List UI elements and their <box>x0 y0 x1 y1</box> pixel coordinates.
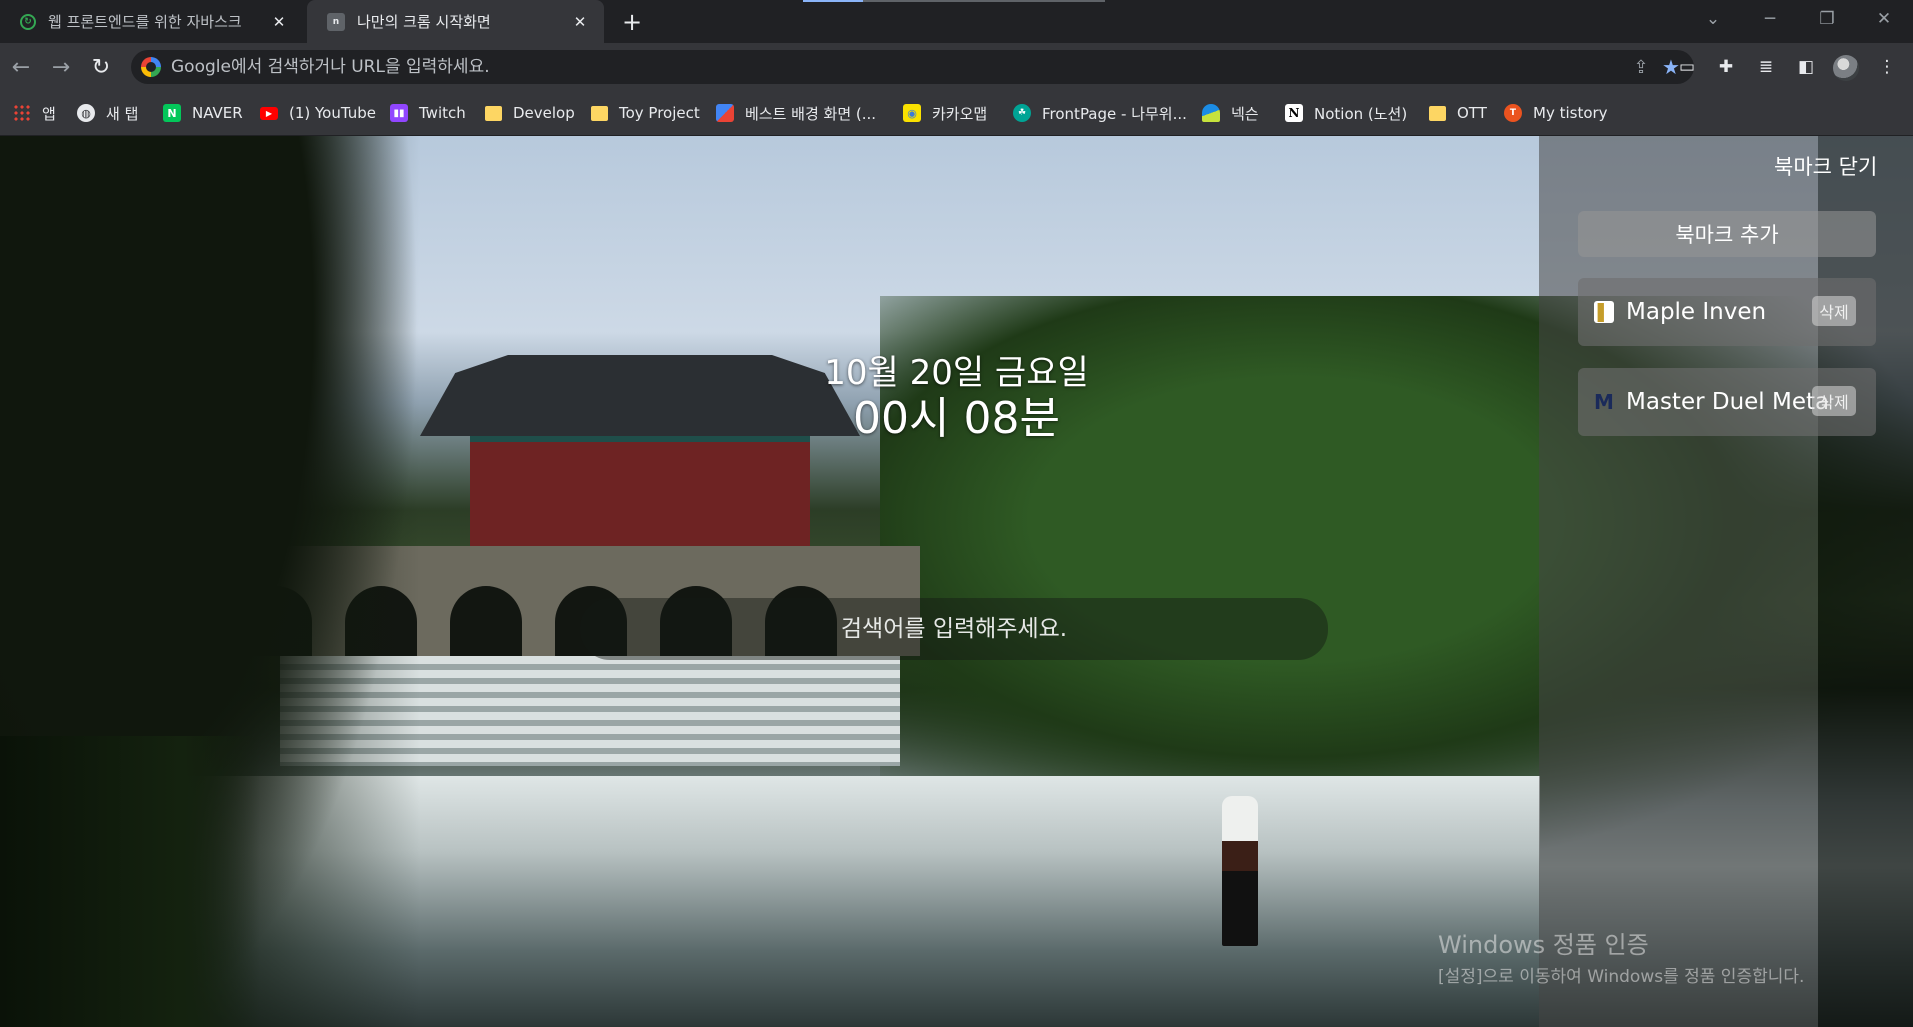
bookmark-card-maple-inven[interactable]: ▌ Maple Inven 삭제 <box>1578 278 1876 346</box>
apps-grid-icon <box>13 104 31 122</box>
bookmark-notion[interactable]: N Notion (노션) <box>1285 90 1407 136</box>
delete-bookmark-button[interactable]: 삭제 <box>1812 296 1856 326</box>
foreground-foliage <box>0 736 260 1027</box>
close-window-icon[interactable]: ✕ <box>1861 0 1907 38</box>
close-bookmarks-button[interactable]: 북마크 닫기 <box>1774 151 1877 181</box>
bookmark-label: OTT <box>1457 104 1487 122</box>
bookmark-namuwiki[interactable]: ☘ FrontPage - 나무위... <box>1013 90 1187 136</box>
bookmark-label: (1) YouTube <box>289 104 377 122</box>
bookmark-label: 넥슨 <box>1231 104 1259 123</box>
bookmark-develop[interactable]: Develop <box>485 90 575 136</box>
extensions-icon[interactable]: ✚ <box>1711 52 1741 82</box>
bookmark-card-name: Master Duel Meta <box>1626 389 1830 415</box>
folder-icon <box>1429 105 1446 121</box>
media-queue-icon[interactable]: ≣ <box>1751 52 1781 82</box>
close-icon[interactable]: ✕ <box>570 12 590 32</box>
search-box[interactable] <box>580 598 1328 660</box>
bookmark-panel <box>1539 136 1818 1027</box>
folder-icon <box>485 105 502 121</box>
bookmark-label: NAVER <box>192 104 243 122</box>
bookmark-label: Twitch <box>419 104 466 122</box>
bookmark-new-tab[interactable]: ◍ 새 탭 <box>77 90 138 136</box>
back-button[interactable]: ← <box>5 51 37 83</box>
nexon-icon <box>1202 104 1220 122</box>
green-refresh-icon: ↻ <box>20 13 36 30</box>
youtube-icon: ▶ <box>260 106 278 120</box>
bookmark-ott[interactable]: OTT <box>1429 90 1487 136</box>
tab-title: 나만의 크롬 시작화면 <box>357 13 491 31</box>
inven-icon: ▌ <box>1594 301 1614 323</box>
tistory-icon: T <box>1504 104 1522 122</box>
namuwiki-icon: ☘ <box>1013 104 1031 122</box>
tab-search-icon[interactable]: ⌄ <box>1690 0 1736 38</box>
bookmark-label: 카카오맵 <box>932 104 988 123</box>
photographer-figure <box>1222 796 1258 946</box>
google-icon <box>141 57 161 77</box>
profile-avatar[interactable] <box>1833 55 1859 81</box>
new-tab-button[interactable]: + <box>618 8 646 36</box>
tab-js-course[interactable]: ↻ 웹 프론트엔드를 위한 자바스크 ✕ <box>0 0 303 43</box>
n-page-icon: n <box>327 12 345 31</box>
bookmark-twitch[interactable]: ▮▮ Twitch <box>390 90 466 136</box>
address-bar[interactable]: ⇪ ★ <box>131 50 1694 84</box>
bookmark-label: 베스트 배경 화면 (... <box>745 104 877 123</box>
bookmark-card-name: Maple Inven <box>1626 299 1767 325</box>
bookmark-label: My tistory <box>1533 104 1608 122</box>
bookmark-youtube[interactable]: ▶ (1) YouTube <box>260 90 376 136</box>
cast-icon[interactable]: ▭ <box>1672 52 1702 82</box>
bookmark-apps[interactable]: 앱 <box>13 90 56 136</box>
m-logo-icon: M <box>1594 390 1614 414</box>
tab-title: 웹 프론트엔드를 위한 자바스크 <box>48 13 242 31</box>
bookmark-label: 앱 <box>42 104 56 123</box>
bookmark-kakaomap[interactable]: ◉ 카카오맵 <box>903 90 987 136</box>
browser-toolbar: ← → ↻ ⇪ ★ ▭ ✚ ≣ ◧ ⋮ <box>0 43 1913 90</box>
add-bookmark-button[interactable]: 북마크 추가 <box>1578 211 1876 257</box>
kakaomap-icon: ◉ <box>903 104 921 122</box>
close-icon[interactable]: ✕ <box>269 12 289 32</box>
bookmark-wallpaper[interactable]: 베스트 배경 화면 (... <box>716 90 876 136</box>
twitch-icon: ▮▮ <box>390 104 408 122</box>
bookmark-card-master-duel-meta[interactable]: M Master Duel Meta 삭제 <box>1578 368 1876 436</box>
menu-kebab-icon[interactable]: ⋮ <box>1872 52 1902 82</box>
bookmark-toy-project[interactable]: Toy Project <box>591 90 700 136</box>
naver-icon: N <box>163 104 181 122</box>
notion-icon: N <box>1285 104 1303 122</box>
bookmark-naver[interactable]: N NAVER <box>163 90 243 136</box>
watermark-title: Windows 정품 인증 <box>1438 931 1649 959</box>
bookmarks-bar: 앱 ◍ 새 탭 N NAVER ▶ (1) YouTube ▮▮ Twitch … <box>0 90 1913 136</box>
side-panel-icon[interactable]: ◧ <box>1791 52 1821 82</box>
panel-shadow <box>1818 136 1913 1027</box>
address-input[interactable] <box>171 57 1626 77</box>
bookmark-nexon[interactable]: 넥슨 <box>1202 90 1259 136</box>
folder-icon <box>591 105 608 121</box>
search-input[interactable] <box>580 616 1328 642</box>
loading-indicator <box>803 0 1105 2</box>
bookmark-label: Develop <box>513 104 575 122</box>
bookmark-label: 새 탭 <box>106 104 139 123</box>
tab-strip: ↻ 웹 프론트엔드를 위한 자바스크 ✕ n 나만의 크롬 시작화면 ✕ + ⌄… <box>0 0 1913 43</box>
delete-bookmark-button[interactable]: 삭제 <box>1812 386 1856 416</box>
restore-icon[interactable]: ❐ <box>1804 0 1850 38</box>
share-icon[interactable]: ⇪ <box>1626 52 1656 82</box>
bookmark-label: FrontPage - 나무위... <box>1042 104 1187 123</box>
wallpaper-icon <box>716 104 734 122</box>
tab-start-page[interactable]: n 나만의 크롬 시작화면 ✕ <box>307 0 604 43</box>
forward-button[interactable]: → <box>45 51 77 83</box>
windows-activation-watermark: Windows 정품 인증 [설정]으로 이동하여 Windows를 정품 인증… <box>1438 925 1804 987</box>
watermark-subtitle: [설정]으로 이동하여 Windows를 정품 인증합니다. <box>1438 967 1805 987</box>
pavilion-body <box>470 436 810 556</box>
minimize-icon[interactable]: ─ <box>1747 0 1793 38</box>
bookmark-tistory[interactable]: T My tistory <box>1504 90 1608 136</box>
globe-icon: ◍ <box>77 104 95 122</box>
bookmark-label: Notion (노션) <box>1314 104 1408 123</box>
bookmark-label: Toy Project <box>619 104 700 122</box>
reload-button[interactable]: ↻ <box>85 51 117 83</box>
